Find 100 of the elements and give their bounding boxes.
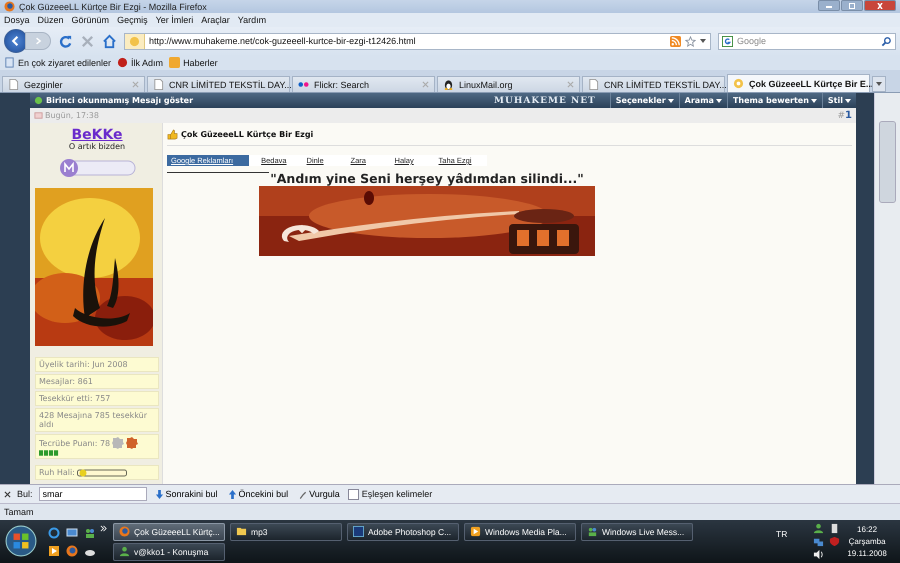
bookmark-link[interactable]: Haberler: [183, 58, 218, 68]
quote-text: "Andım yine Seni herşey yâdımdan silindi...": [270, 171, 584, 186]
google-icon[interactable]: [722, 36, 733, 46]
mood-bar-icon: [76, 468, 127, 476]
match-case-label[interactable]: Eşleşen kelimeler: [362, 489, 432, 499]
speaker-icon[interactable]: [813, 549, 824, 560]
caret-icon: [845, 98, 851, 102]
chevron-icon[interactable]: [100, 525, 107, 532]
folder-icon: [236, 526, 247, 537]
user-title: O artık bizden: [68, 142, 126, 151]
username-link[interactable]: BeKKe: [71, 127, 123, 143]
browser-tab[interactable]: LinuxMail.org: [437, 76, 580, 92]
taskbar-button[interactable]: Adobe Photoshop C...: [347, 522, 459, 540]
media-icon[interactable]: [48, 544, 60, 556]
menu-item[interactable]: Dosya: [4, 15, 30, 25]
experience-points: Tecrübe Puanı: 78: [39, 438, 110, 448]
taskbar-button[interactable]: Çok GüzeeeLL Kürtç...: [113, 522, 225, 540]
gear-icon: [126, 437, 138, 449]
bookmark-link[interactable]: En çok ziyaret edilenler: [18, 58, 112, 68]
desktop-icon[interactable]: [66, 526, 78, 538]
browser-tab[interactable]: Çok GüzeeeLL Kürtçe Bir E...: [727, 74, 870, 92]
firefox-icon[interactable]: [66, 544, 78, 556]
taskbar-button[interactable]: v@kko1 - Konuşma: [113, 542, 225, 560]
scrollbar-thumb[interactable]: [879, 121, 896, 203]
clock-day[interactable]: Çarşamba: [848, 536, 886, 548]
post-number[interactable]: #1: [837, 110, 852, 121]
language-indicator[interactable]: TR: [776, 529, 788, 539]
menu-item[interactable]: Düzen: [38, 15, 64, 25]
post-title: Çok GüzeeeLL Kürtçe Bir Ezgi: [181, 130, 314, 139]
find-label: Bul:: [17, 489, 33, 499]
bookmark-blob-icon: [117, 57, 128, 68]
rss-icon[interactable]: [670, 36, 681, 46]
first-unread-link[interactable]: Birinci okunmamış Mesajı göster: [46, 96, 194, 105]
taskbar-button[interactable]: Windows Media Pla...: [464, 522, 576, 540]
caret-icon: [668, 98, 674, 102]
user-stat: Üyelik tarihi: Jun 2008: [35, 357, 159, 372]
post-icon: [34, 111, 43, 120]
site-logo: MUHAKEME NET: [494, 96, 596, 106]
browser-tab[interactable]: CNR LİMİTED TEKSTİL DAY...: [147, 76, 290, 92]
close-button[interactable]: [864, 0, 896, 11]
close-icon: [875, 2, 885, 8]
caret-icon: [810, 98, 817, 102]
post-date: Bugün, 17:38: [45, 111, 99, 120]
dropdown-icon[interactable]: [700, 39, 706, 43]
start-button[interactable]: [4, 524, 38, 558]
forward-icon: [33, 36, 43, 46]
page-icon: [8, 79, 19, 90]
tab-list-button[interactable]: [872, 76, 886, 92]
restore-button[interactable]: [841, 0, 863, 11]
find-field[interactable]: smar: [38, 487, 147, 501]
menu-item[interactable]: Geçmiş: [117, 15, 148, 25]
pen-icon: [298, 490, 308, 498]
user-stat: Mesajlar: 861: [35, 374, 159, 389]
minimize-button[interactable]: [818, 0, 840, 11]
clock-date[interactable]: 19.11.2008: [847, 548, 887, 560]
highlight-button[interactable]: Vurgula: [296, 489, 342, 499]
up-arrow-icon: [228, 490, 237, 498]
browser-tab[interactable]: Flickr: Search: [292, 76, 435, 92]
browser-tab[interactable]: CNR LİMİTED TEKSTİL DAY...: [582, 76, 725, 92]
person-icon: [119, 546, 130, 557]
match-case-checkbox[interactable]: [348, 488, 359, 500]
find-previous-button[interactable]: Öncekini bul: [226, 489, 290, 499]
browser-tab[interactable]: Gezginler: [2, 76, 145, 92]
close-icon[interactable]: [4, 490, 11, 498]
taskbar-button[interactable]: mp3: [230, 522, 342, 540]
blocks-icon: [39, 450, 59, 456]
user-stat: 428 Mesajına 785 tesekkür aldı: [35, 408, 159, 432]
taskbar-button[interactable]: Windows Live Mess...: [581, 522, 693, 540]
status-text: Tamam: [4, 507, 34, 517]
menu-item[interactable]: Görünüm: [72, 15, 110, 25]
page-icon: [588, 79, 599, 90]
reload-icon[interactable]: [58, 34, 73, 48]
user-stat: Tesekkür etti: 757: [35, 391, 159, 406]
star-icon[interactable]: [685, 36, 696, 46]
firefox-icon: [119, 526, 130, 537]
thumbs-up-icon: [167, 129, 178, 140]
people-icon[interactable]: [84, 526, 96, 538]
site-icon: [733, 78, 744, 89]
search-icon[interactable]: [881, 36, 892, 46]
search-field[interactable]: Google: [718, 32, 896, 50]
back-button[interactable]: [4, 29, 28, 53]
restore-icon: [847, 2, 857, 8]
clock-time[interactable]: 16:22: [857, 524, 878, 536]
caret-icon: [716, 98, 722, 102]
app-square-icon: [353, 526, 364, 537]
menu-item[interactable]: Yer İmleri: [156, 15, 194, 25]
home-icon[interactable]: [102, 34, 117, 48]
window-title: Çok GüzeeeLL Kürtçe Bir Ezgi - Mozilla Firefox: [19, 2, 208, 12]
people-icon: [587, 526, 598, 537]
menu-item[interactable]: Yardım: [238, 15, 266, 25]
gear-icon: [112, 437, 124, 449]
menu-item[interactable]: Araçlar: [201, 15, 230, 25]
bookmark-link[interactable]: İlk Adım: [131, 58, 164, 68]
network-icon[interactable]: [813, 536, 824, 547]
mood-label: Ruh Hali:: [39, 468, 75, 477]
person-icon[interactable]: [813, 523, 824, 534]
feed-icon: [169, 57, 180, 68]
play-icon: [470, 526, 481, 537]
find-next-button[interactable]: Sonrakini bul: [152, 489, 220, 499]
url-field[interactable]: http://www.muhakeme.net/cok-guzeeell-kurtce-bir-ezgi-t12426.html: [124, 32, 711, 50]
